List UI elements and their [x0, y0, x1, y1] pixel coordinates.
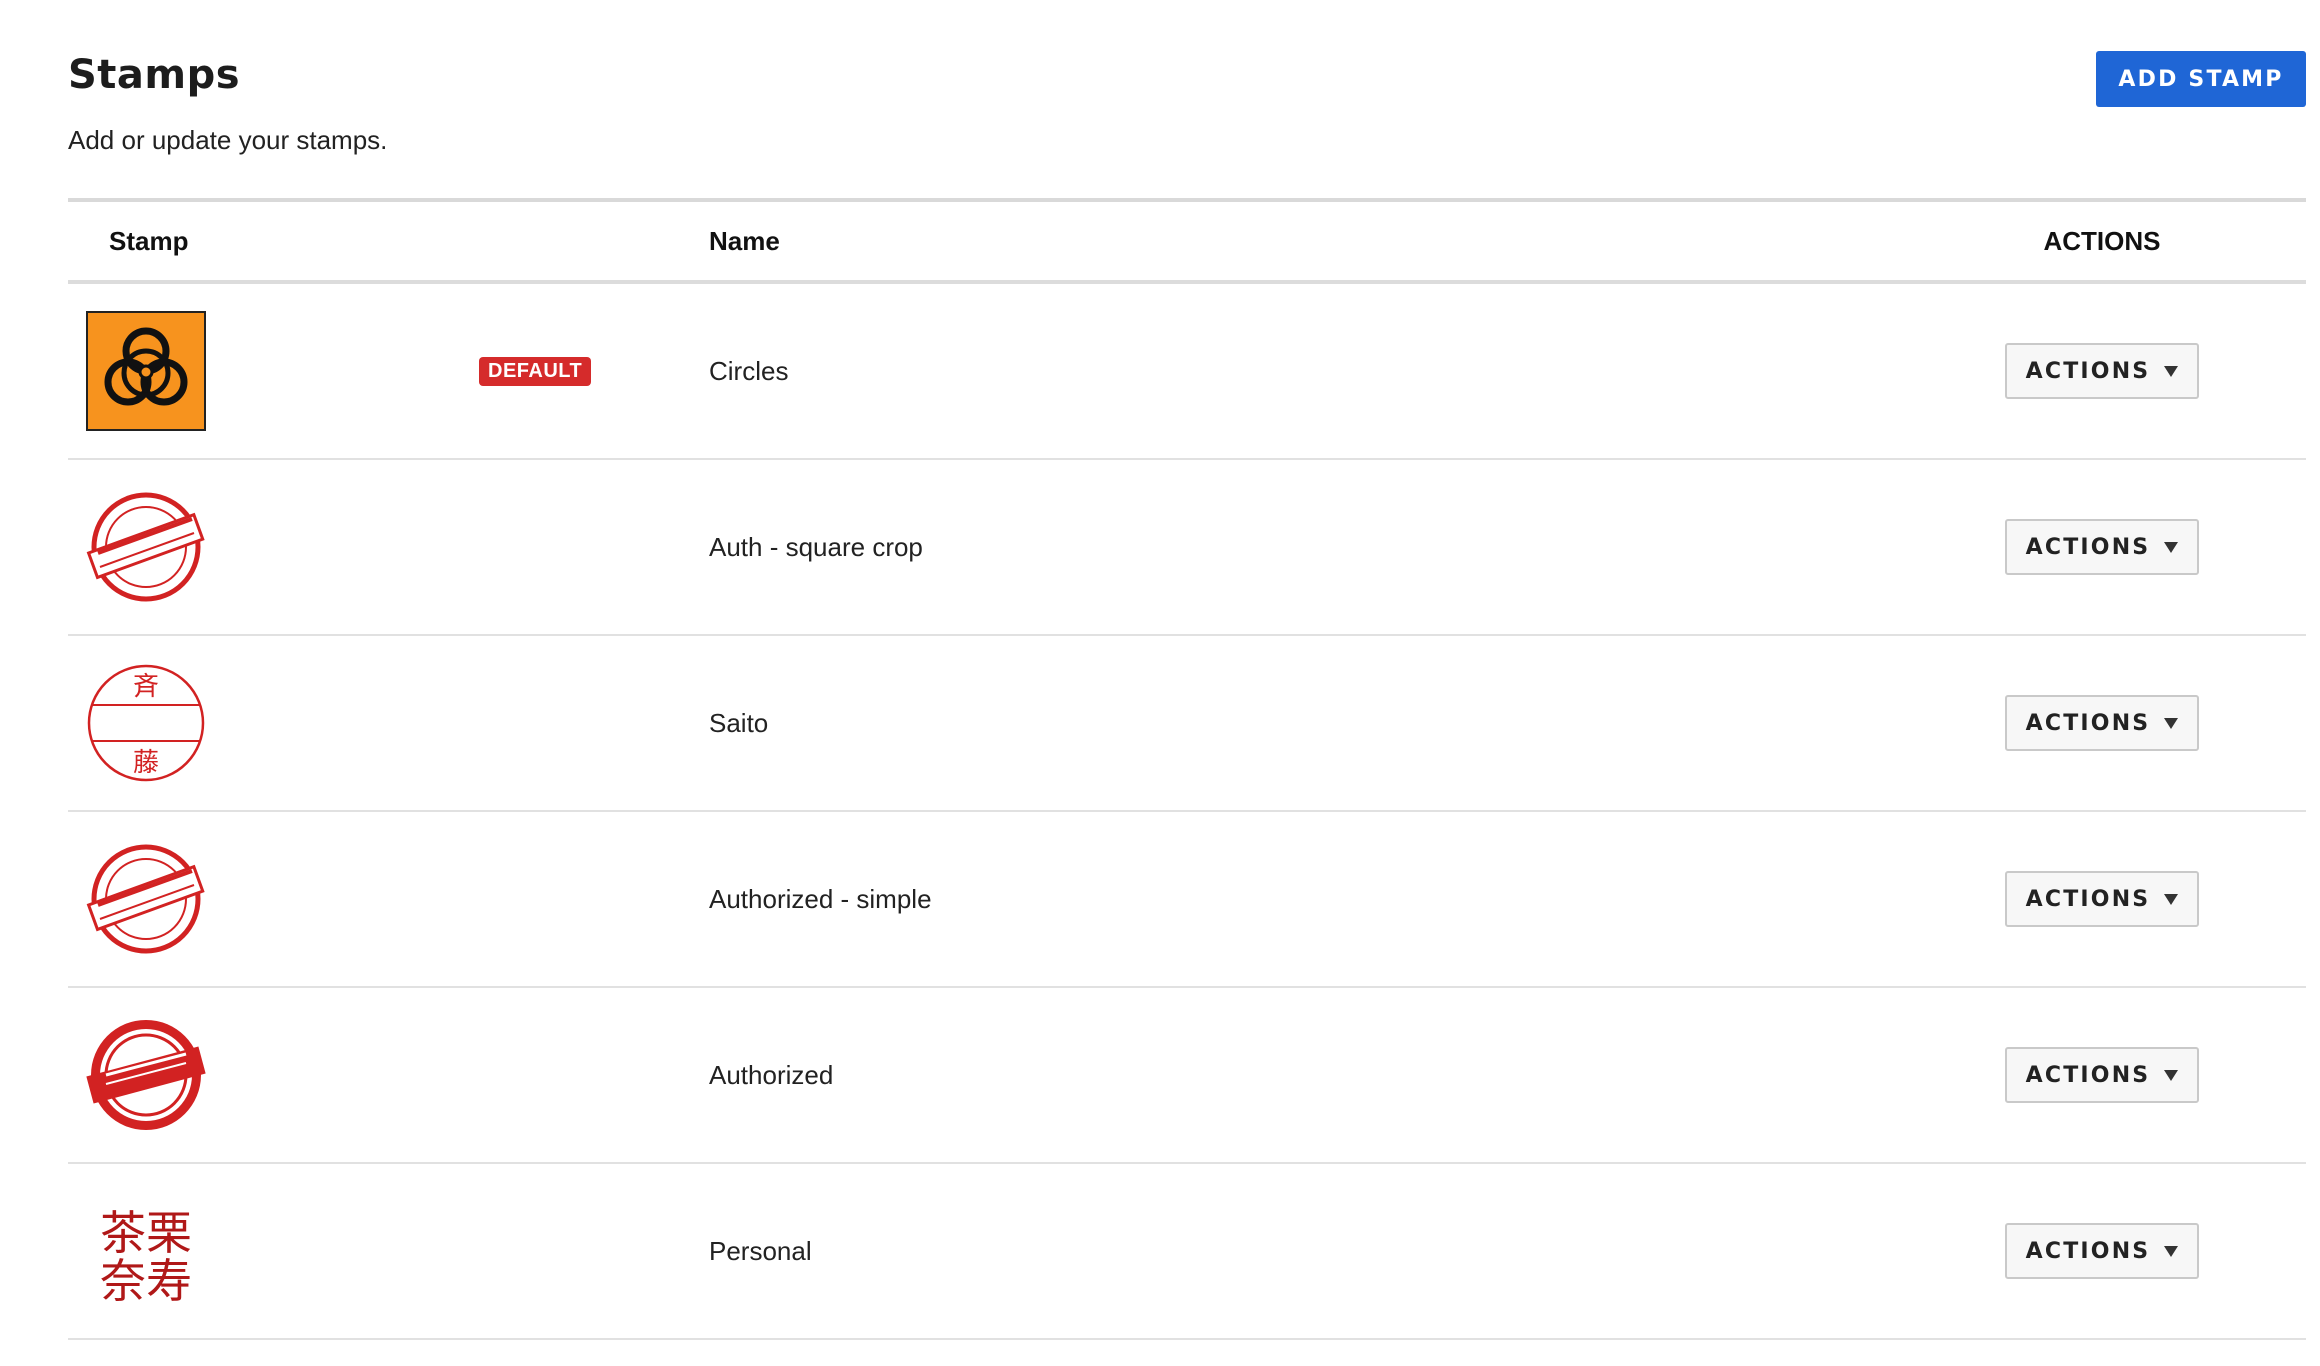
page-title: Stamps — [68, 52, 241, 98]
caret-down-icon — [2164, 717, 2179, 729]
default-badge: DEFAULT — [479, 356, 592, 386]
actions-cell: ACTIONS — [1898, 1163, 2306, 1340]
badge-cell: DEFAULT — [479, 282, 709, 460]
biohazard-stamp-icon — [86, 311, 206, 431]
actions-dropdown-button[interactable]: ACTIONS — [2005, 695, 2199, 751]
table-row: Authorized ACTIONS — [68, 987, 2306, 1164]
caret-down-icon — [2164, 1069, 2179, 1081]
table-row: 茶栗 奈寿 Personal ACTIONS — [68, 1163, 2306, 1340]
stamp-cell — [68, 459, 479, 636]
authorized-red-stamp-icon — [86, 492, 205, 602]
actions-dropdown-button[interactable]: ACTIONS — [2005, 1047, 2199, 1103]
table-row: Auth - square crop ACTIONS — [68, 459, 2306, 636]
table-row: Authorized - simple ACTIONS — [68, 811, 2306, 988]
authorized-red-seal-icon — [86, 1020, 206, 1130]
badge-cell — [479, 1163, 709, 1340]
stamp-name: Authorized — [709, 987, 1898, 1164]
add-stamp-button[interactable]: ADD STAMP — [2096, 51, 2306, 107]
table-header-row: Stamp Name ACTIONS — [68, 202, 2306, 284]
caret-down-icon — [2164, 365, 2179, 377]
table-row: 斉 藤 Saito ACTIONS — [68, 635, 2306, 812]
actions-cell: ACTIONS — [1898, 282, 2306, 460]
stamp-cell: 斉 藤 — [68, 635, 479, 812]
column-header-name: Name — [709, 202, 1898, 284]
authorized-red-stamp-icon — [86, 844, 205, 954]
stamp-cell — [68, 987, 479, 1164]
column-header-actions: ACTIONS — [1898, 202, 2306, 284]
actions-cell: ACTIONS — [1898, 987, 2306, 1164]
stamp-name: Authorized - simple — [709, 811, 1898, 988]
actions-label: ACTIONS — [2025, 886, 2151, 912]
stamp-cell — [68, 282, 479, 460]
actions-label: ACTIONS — [2025, 534, 2151, 560]
saito-hanko-stamp-icon: 斉 藤 — [87, 664, 205, 782]
page-subtitle: Add or update your stamps. — [68, 125, 388, 155]
badge-cell — [479, 459, 709, 636]
table-row: DEFAULT Circles ACTIONS — [68, 282, 2306, 460]
actions-dropdown-button[interactable]: ACTIONS — [2005, 343, 2199, 399]
stamp-kanji-bottom: 藤 — [133, 748, 159, 778]
actions-cell: ACTIONS — [1898, 811, 2306, 988]
caret-down-icon — [2164, 1245, 2179, 1257]
stamp-cell — [68, 811, 479, 988]
stamp-name: Circles — [709, 282, 1898, 460]
stamp-name: Saito — [709, 635, 1898, 812]
caret-down-icon — [2164, 893, 2179, 905]
stamps-table: Stamp Name ACTIONS DEFAULT Circles ACTIO… — [68, 198, 2306, 1340]
actions-cell: ACTIONS — [1898, 635, 2306, 812]
badge-cell — [479, 635, 709, 812]
actions-dropdown-button[interactable]: ACTIONS — [2005, 519, 2199, 575]
actions-cell: ACTIONS — [1898, 459, 2306, 636]
stamp-kanji-line1: 茶栗 — [100, 1206, 192, 1260]
badge-cell — [479, 987, 709, 1164]
stamp-cell: 茶栗 奈寿 — [68, 1163, 479, 1340]
actions-dropdown-button[interactable]: ACTIONS — [2005, 1223, 2199, 1279]
column-header-stamp: Stamp — [68, 202, 709, 284]
actions-label: ACTIONS — [2025, 1238, 2151, 1264]
actions-dropdown-button[interactable]: ACTIONS — [2005, 871, 2199, 927]
personal-kanji-stamp-icon: 茶栗 奈寿 — [100, 1206, 192, 1308]
actions-label: ACTIONS — [2025, 710, 2151, 736]
badge-cell — [479, 811, 709, 988]
stamps-page: Stamps Add or update your stamps. ADD ST… — [0, 0, 2320, 1366]
caret-down-icon — [2164, 541, 2179, 553]
stamp-kanji-top: 斉 — [133, 672, 159, 702]
stamp-name: Personal — [709, 1163, 1898, 1340]
actions-label: ACTIONS — [2025, 1062, 2151, 1088]
actions-label: ACTIONS — [2025, 358, 2151, 384]
stamp-kanji-line2: 奈寿 — [100, 1254, 192, 1308]
stamp-name: Auth - square crop — [709, 459, 1898, 636]
